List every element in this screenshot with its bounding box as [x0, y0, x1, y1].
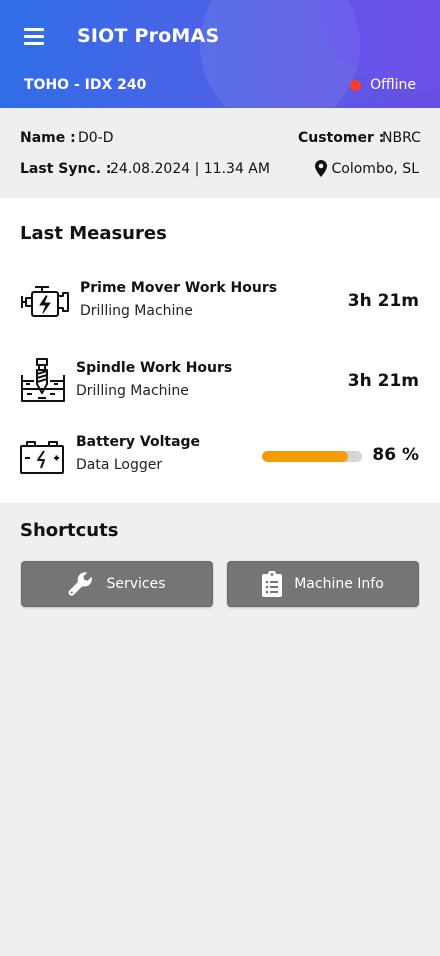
measure-row-prime-mover: Prime Mover Work Hours Drilling Machine … [0, 274, 440, 334]
measure-title: Prime Mover Work Hours [80, 280, 278, 296]
status-dot-icon [350, 79, 362, 91]
engine-icon [21, 286, 69, 317]
location-text: Colombo, SL [331, 160, 419, 177]
hamburger-menu-icon[interactable] [24, 28, 44, 46]
location: Colombo, SL [314, 160, 419, 177]
section-title-last-measures: Last Measures [20, 223, 167, 244]
last-sync-value: 24.08.2024 | 11.34 AM [110, 161, 270, 177]
machine-info-button-label: Machine Info [294, 576, 384, 592]
map-pin-icon [314, 160, 327, 177]
name-value: D0-D [78, 130, 114, 146]
battery-progress-fill [262, 451, 348, 462]
measure-row-battery: Battery Voltage Data Logger 86 % [0, 430, 440, 490]
status-text: Offline [370, 77, 416, 93]
measure-subtitle: Drilling Machine [76, 383, 189, 399]
wrench-icon [69, 572, 93, 596]
device-name: TOHO - IDX 240 [24, 77, 147, 93]
clipboard-list-icon [262, 571, 283, 597]
customer-value: NBRC [382, 130, 421, 146]
battery-progress-bar [262, 451, 362, 462]
measure-subtitle: Data Logger [76, 457, 163, 473]
services-button[interactable]: Services [21, 561, 213, 607]
measure-value: 3h 21m [347, 291, 419, 311]
section-title-shortcuts: Shortcuts [20, 520, 119, 541]
app-title: SIOT ProMAS [77, 25, 220, 47]
name-label: Name : [20, 130, 76, 146]
connection-status: Offline [350, 77, 416, 93]
device-info-panel: Name : D0-D Customer : NBRC Last Sync. :… [0, 108, 440, 198]
machine-info-button[interactable]: Machine Info [227, 561, 419, 607]
app-header: SIOT ProMAS TOHO - IDX 240 Offline [0, 0, 440, 108]
battery-icon [20, 441, 64, 474]
measure-value: 3h 21m [347, 371, 419, 391]
measure-subtitle: Drilling Machine [80, 303, 193, 319]
measure-row-spindle: Spindle Work Hours Drilling Machine 3h 2… [0, 354, 440, 414]
measure-title: Spindle Work Hours [76, 360, 233, 376]
measure-value: 86 % [372, 445, 419, 465]
last-measures-card: Last Measures Prime Mover Work Hours Dri… [0, 198, 440, 503]
last-sync-label: Last Sync. : [20, 161, 112, 177]
customer-label: Customer : [298, 130, 385, 146]
drill-spindle-icon [21, 358, 65, 402]
measure-title: Battery Voltage [76, 434, 201, 450]
services-button-label: Services [106, 576, 166, 592]
